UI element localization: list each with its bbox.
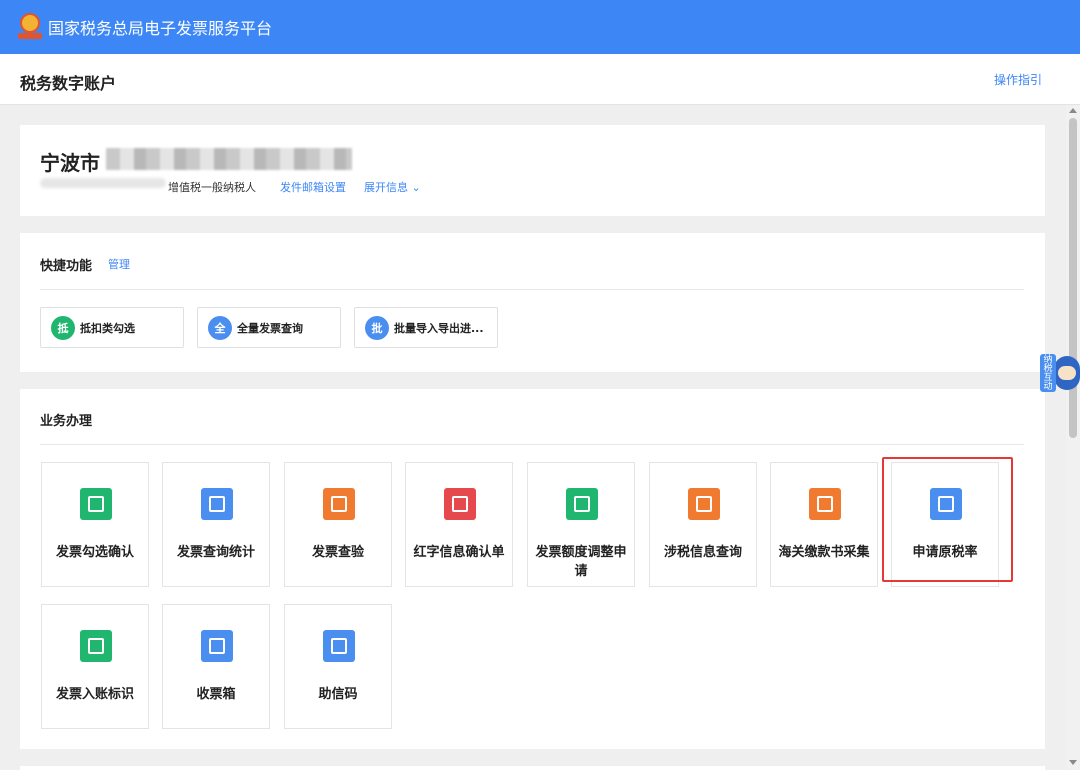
divider xyxy=(40,289,1024,290)
business-tile[interactable]: 收票箱 xyxy=(162,604,270,729)
edit-doc-icon xyxy=(566,488,598,520)
search-doc-icon xyxy=(201,488,233,520)
business-tile[interactable]: 发票入账标识 xyxy=(41,604,149,729)
quick-item-label: 抵扣类勾选 xyxy=(80,321,135,335)
business-tile-label: 申请原税率 xyxy=(912,545,978,560)
guide-link[interactable]: 操作指引 xyxy=(994,71,1042,88)
business-tile[interactable]: 助信码 xyxy=(284,604,392,729)
business-title: 业务办理 xyxy=(40,414,93,429)
quick-full-invoice-query-button[interactable]: 全 全量发票查询 xyxy=(197,307,341,348)
expand-info-link[interactable]: 展开信息 ⌄ xyxy=(364,179,421,195)
divider xyxy=(40,444,1024,445)
customs-icon xyxy=(809,488,841,520)
redacted-company-name xyxy=(106,148,352,170)
full-query-icon: 全 xyxy=(208,315,232,340)
red-doc-icon xyxy=(444,488,476,520)
platform-title: 国家税务总局电子发票服务平台 xyxy=(48,19,273,38)
inbox-icon xyxy=(201,630,233,662)
business-tile-label: 发票查验 xyxy=(311,545,364,560)
business-tile[interactable]: 涉税信息查询 xyxy=(649,462,757,587)
taxpayer-type: 增值税一般纳税人 xyxy=(168,181,256,194)
mascot-face-icon xyxy=(1058,366,1076,380)
business-tile-label: 红字信息确认单 xyxy=(413,545,505,560)
business-tile[interactable]: 红字信息确认单 xyxy=(405,462,513,587)
page-title: 税务数字账户 xyxy=(20,74,117,93)
business-tile[interactable]: 海关缴款书采集 xyxy=(770,462,878,587)
business-tile-label: 发票查询统计 xyxy=(176,545,255,560)
business-tile-label: 助信码 xyxy=(318,687,358,702)
company-name: 宁波市 xyxy=(40,151,100,175)
quick-item-label: 全量发票查询 xyxy=(237,321,303,335)
top-bar: 国家税务总局电子发票服务平台 xyxy=(0,0,1080,54)
account-card: 宁波市 增值税一般纳税人 发件邮箱设置 展开信息 ⌄ xyxy=(20,125,1045,216)
scroll-down-icon[interactable] xyxy=(1069,760,1077,765)
business-tile-label: 收票箱 xyxy=(196,687,236,702)
business-tile[interactable]: 发票额度调整申请 xyxy=(527,462,635,587)
qrcode-icon xyxy=(323,630,355,662)
mail-settings-link[interactable]: 发件邮箱设置 xyxy=(280,179,346,195)
sub-header: 税务数字账户 操作指引 xyxy=(0,54,1080,105)
business-tile-label: 涉税信息查询 xyxy=(663,545,742,560)
apply-icon xyxy=(930,488,962,520)
business-tile[interactable]: 发票查验 xyxy=(284,462,392,587)
quick-functions-title: 快捷功能 xyxy=(40,259,93,274)
verify-icon xyxy=(323,488,355,520)
business-tile-label: 海关缴款书采集 xyxy=(778,545,870,560)
ticket-icon xyxy=(80,488,112,520)
business-tile-label: 发票额度调整申请 xyxy=(535,545,627,579)
business-tile[interactable]: 发票查询统计 xyxy=(162,462,270,587)
business-tile-label: 发票入账标识 xyxy=(55,687,134,702)
tax-interaction-mascot[interactable]: 纳税互动 xyxy=(1040,352,1080,394)
business-tile[interactable]: 发票勾选确认 xyxy=(41,462,149,587)
business-tile[interactable]: 申请原税率 xyxy=(891,462,999,587)
info-search-icon xyxy=(688,488,720,520)
deduction-icon: 抵 xyxy=(51,315,75,340)
batch-icon: 批 xyxy=(365,315,389,340)
business-tile-label: 发票勾选确认 xyxy=(55,545,134,560)
account-mark-icon xyxy=(80,630,112,662)
quick-deduction-select-button[interactable]: 抵 抵扣类勾选 xyxy=(40,307,184,348)
quick-batch-import-export-button[interactable]: 批 批量导入导出进... xyxy=(354,307,498,348)
manage-link[interactable]: 管理 xyxy=(108,256,130,272)
next-card xyxy=(20,766,1045,770)
redacted-tax-id xyxy=(40,178,166,188)
scroll-up-icon[interactable] xyxy=(1069,108,1077,113)
quick-functions-card: 快捷功能 管理 抵 抵扣类勾选 全 全量发票查询 批 批量导入导出进... xyxy=(20,233,1045,372)
tax-emblem-icon xyxy=(18,13,42,41)
mascot-label: 纳税互动 xyxy=(1040,354,1056,392)
quick-item-label: 批量导入导出进... xyxy=(394,321,484,335)
